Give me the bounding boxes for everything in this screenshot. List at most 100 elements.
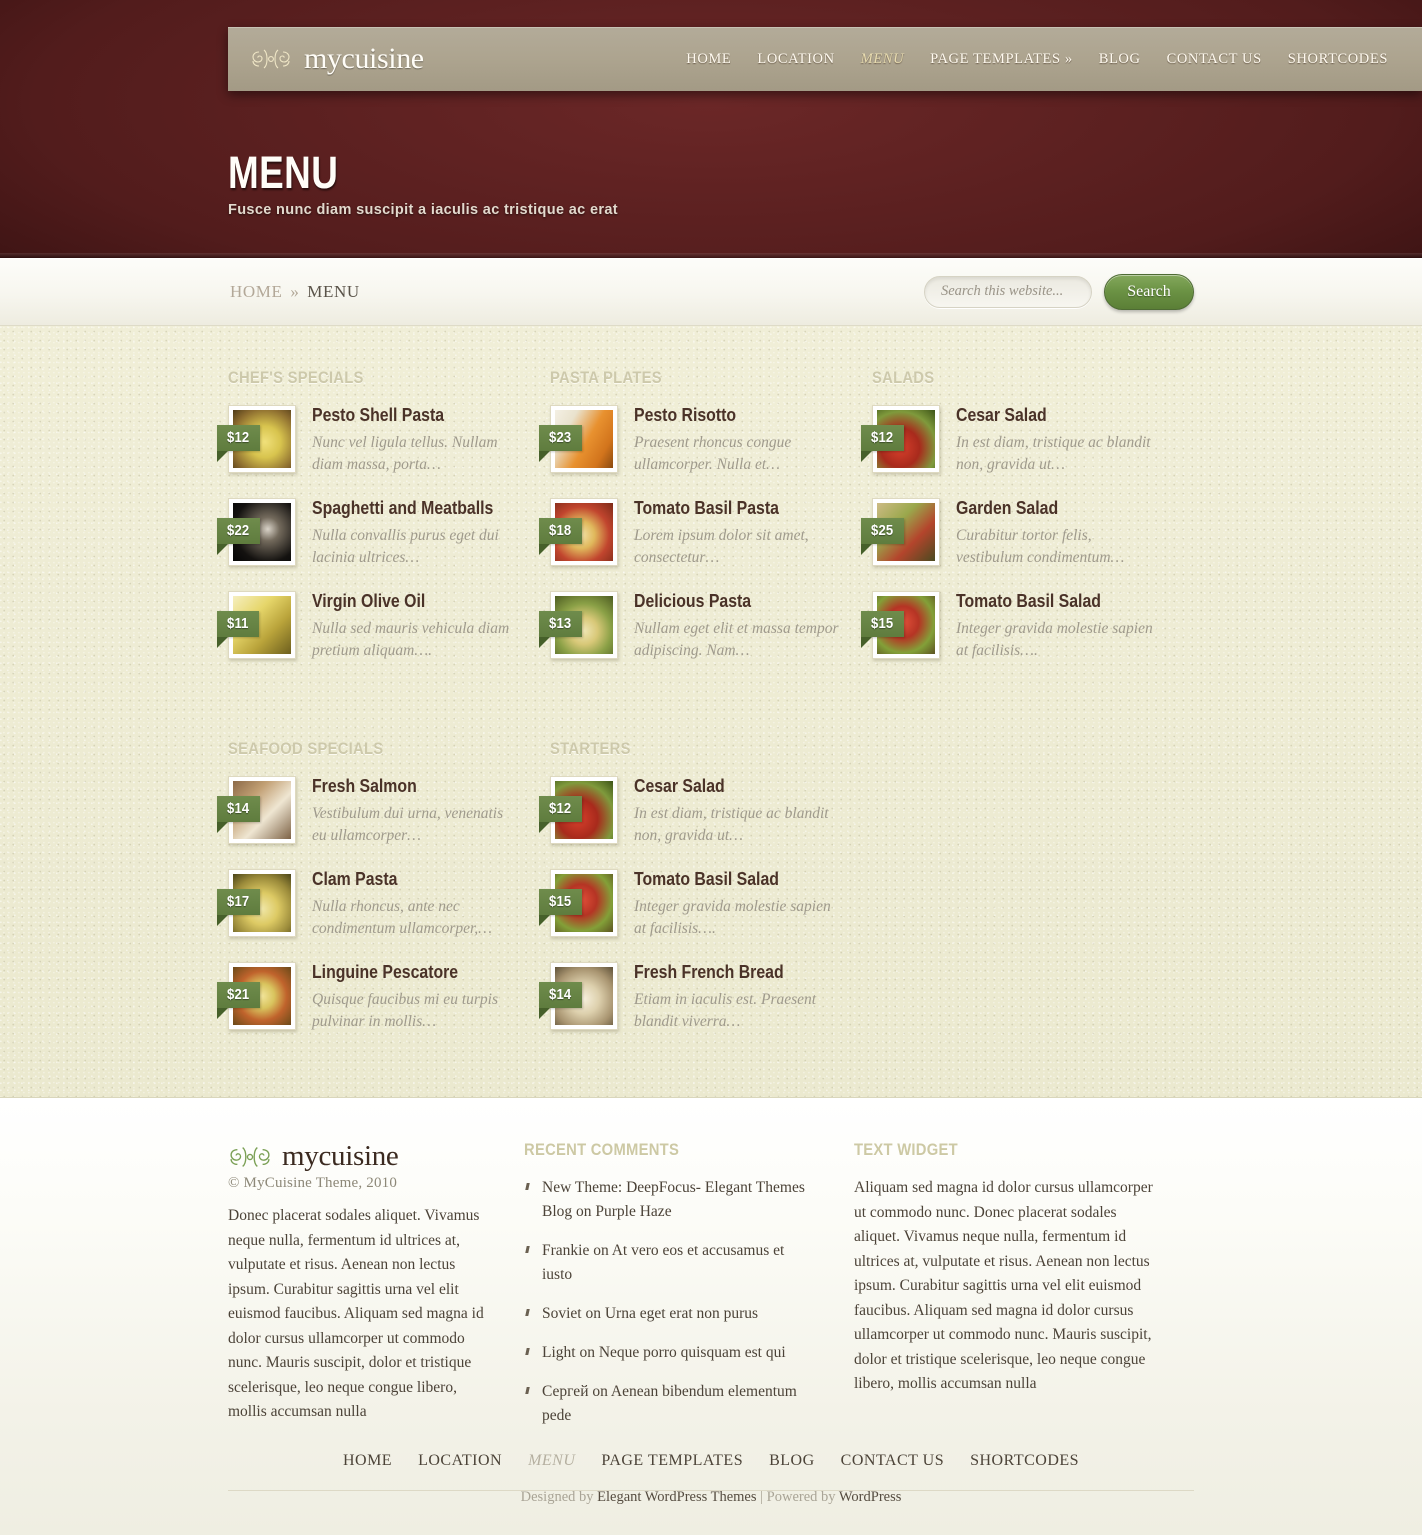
price-value: $18 <box>549 523 572 539</box>
nav-item-location[interactable]: LOCATION <box>757 51 834 68</box>
menu-item-thumb[interactable]: $18 <box>539 498 618 569</box>
hero-title-block: MENU Fusce nunc diam suscipit a iaculis … <box>228 150 618 219</box>
search-input[interactable] <box>924 275 1092 308</box>
menu-section-starters: STARTERS $12 Cesar Salad In est diam, tr… <box>539 739 872 1055</box>
search-area: Search <box>924 273 1194 310</box>
credits-prefix: Designed by <box>520 1489 598 1505</box>
menu-item[interactable]: $23 Pesto Risotto Praesent rhoncus congu… <box>539 405 840 476</box>
menu-item[interactable]: $14 Fresh Salmon Vestibulum dui urna, ve… <box>217 776 518 847</box>
menu-item-thumb[interactable]: $23 <box>539 405 618 476</box>
menu-item-thumb[interactable]: $14 <box>217 776 296 847</box>
menu-item-title[interactable]: Pesto Shell Pasta <box>312 405 493 425</box>
search-button[interactable]: Search <box>1104 273 1194 310</box>
footer-copyright: © MyCuisine Theme, 2010 <box>228 1175 398 1191</box>
footer-recent-comments-widget: RECENT COMMENTS New Theme: DeepFocus- El… <box>524 1140 854 1443</box>
footer-nav-item-page-templates[interactable]: PAGE TEMPLATES <box>601 1452 743 1470</box>
footer-nav-item-blog[interactable]: BLOG <box>769 1452 815 1470</box>
nav-item-contact-us[interactable]: CONTACT US <box>1167 51 1262 68</box>
price-value: $22 <box>227 523 250 539</box>
credits-divider: | <box>756 1489 767 1505</box>
menu-item-title[interactable]: Pesto Risotto <box>634 405 815 425</box>
menu-item-desc: Nulla convallis purus eget dui lacinia u… <box>312 527 499 566</box>
nav-item-page-templates[interactable]: PAGE TEMPLATES » <box>930 51 1073 68</box>
menu-item[interactable]: $12 Cesar Salad In est diam, tristique a… <box>861 405 1162 476</box>
menu-item-desc: Integer gravida molestie sapien at facil… <box>956 620 1153 659</box>
menu-item-title[interactable]: Tomato Basil Pasta <box>634 498 815 518</box>
nav-item-shortcodes[interactable]: SHORTCODES <box>1288 51 1388 68</box>
menu-item[interactable]: $25 Garden Salad Curabitur tortor felis,… <box>861 498 1162 569</box>
site-logo[interactable]: mycuisine <box>228 42 424 76</box>
menu-item-title[interactable]: Garden Salad <box>956 498 1137 518</box>
menu-item[interactable]: $17 Clam Pasta Nulla rhoncus, ante nec c… <box>217 869 518 940</box>
price-value: $23 <box>549 430 572 446</box>
menu-item-thumb[interactable]: $15 <box>539 869 618 940</box>
menu-item[interactable]: $22 Spaghetti and Meatballs Nulla conval… <box>217 498 518 569</box>
footer-nav-item-home[interactable]: HOME <box>343 1452 392 1470</box>
list-item[interactable]: Light on Neque porro quisquam est qui <box>524 1341 814 1365</box>
nav-item-menu[interactable]: MENU <box>861 51 904 68</box>
footer-nav-item-location[interactable]: LOCATION <box>418 1452 502 1470</box>
menu-item[interactable]: $15 Tomato Basil Salad Integer gravida m… <box>539 869 840 940</box>
menu-item-title[interactable]: Fresh French Bread <box>634 962 815 982</box>
credits-platform-link[interactable]: WordPress <box>839 1489 901 1505</box>
menu-item-thumb[interactable]: $12 <box>539 776 618 847</box>
footer-logo[interactable]: mycuisine <box>228 1140 484 1173</box>
menu-item-title[interactable]: Virgin Olive Oil <box>312 591 493 611</box>
menu-item-thumb[interactable]: $21 <box>217 962 296 1033</box>
menu-item-title[interactable]: Clam Pasta <box>312 869 493 889</box>
menu-item-desc: Nulla sed mauris vehicula diam pretium a… <box>312 620 510 659</box>
menu-item[interactable]: $18 Tomato Basil Pasta Lorem ipsum dolor… <box>539 498 840 569</box>
menu-item-thumb[interactable]: $22 <box>217 498 296 569</box>
menu-item-title[interactable]: Cesar Salad <box>634 776 815 796</box>
section-title: SALADS <box>872 368 935 387</box>
menu-item[interactable]: $12 Cesar Salad In est diam, tristique a… <box>539 776 840 847</box>
menu-item-title[interactable]: Cesar Salad <box>956 405 1137 425</box>
footer-about-widget: mycuisine © MyCuisine Theme, 2010 Donec … <box>228 1140 524 1443</box>
menu-item-desc: Nullam eget elit et massa tempor adipisc… <box>634 620 839 659</box>
footer-nav-item-contact-us[interactable]: CONTACT US <box>841 1452 944 1470</box>
menu-item[interactable]: $15 Tomato Basil Salad Integer gravida m… <box>861 591 1162 662</box>
credits-designer-link[interactable]: Elegant WordPress Themes <box>597 1489 756 1505</box>
nav-item-blog[interactable]: BLOG <box>1099 51 1141 68</box>
menu-item-thumb[interactable]: $12 <box>861 405 940 476</box>
menu-item-thumb[interactable]: $17 <box>217 869 296 940</box>
list-item[interactable]: Soviet on Urna eget erat non purus <box>524 1302 814 1326</box>
breadcrumb-home[interactable]: HOME <box>230 282 282 301</box>
menu-item-thumb[interactable]: $15 <box>861 591 940 662</box>
footer-nav-item-menu[interactable]: MENU <box>528 1452 575 1470</box>
menu-section-seafood-specials: SEAFOOD SPECIALS $14 Fresh Salmon Vestib… <box>217 739 550 1055</box>
price-tag: $17 <box>217 889 260 915</box>
price-tag: $22 <box>217 518 260 544</box>
menu-item-thumb[interactable]: $14 <box>539 962 618 1033</box>
menu-item-desc: Curabitur tortor felis, vestibulum condi… <box>956 527 1125 566</box>
menu-item[interactable]: $13 Delicious Pasta Nullam eget elit et … <box>539 591 840 662</box>
menu-item[interactable]: $14 Fresh French Bread Etiam in iaculis … <box>539 962 840 1033</box>
menu-item-thumb[interactable]: $12 <box>217 405 296 476</box>
list-item[interactable]: Frankie on At vero eos et accusamus et i… <box>524 1239 814 1287</box>
price-value: $14 <box>227 801 250 817</box>
menu-item-title[interactable]: Tomato Basil Salad <box>634 869 815 889</box>
price-value: $13 <box>549 616 572 632</box>
page-subtitle: Fusce nunc diam suscipit a iaculis ac tr… <box>228 202 618 218</box>
menu-section-chefs-specials: CHEF'S SPECIALS $12 Pesto Shell Pasta Nu… <box>217 368 550 684</box>
menu-item-title[interactable]: Delicious Pasta <box>634 591 815 611</box>
menu-item[interactable]: $12 Pesto Shell Pasta Nunc vel ligula te… <box>217 405 518 476</box>
menu-item-thumb[interactable]: $11 <box>217 591 296 662</box>
footer-nav-item-shortcodes[interactable]: SHORTCODES <box>970 1452 1079 1470</box>
menu-item-title[interactable]: Spaghetti and Meatballs <box>312 498 493 518</box>
menu-item-title[interactable]: Linguine Pescatore <box>312 962 493 982</box>
menu-item[interactable]: $21 Linguine Pescatore Quisque faucibus … <box>217 962 518 1033</box>
menu-item-desc: In est diam, tristique ac blandit non, g… <box>956 434 1151 473</box>
menu-item-thumb[interactable]: $25 <box>861 498 940 569</box>
list-item[interactable]: New Theme: DeepFocus- Elegant Themes Blo… <box>524 1176 814 1224</box>
price-value: $12 <box>227 430 250 446</box>
price-value: $12 <box>871 430 894 446</box>
nav-item-home[interactable]: HOME <box>686 51 731 68</box>
menu-item-title[interactable]: Fresh Salmon <box>312 776 493 796</box>
price-tag: $14 <box>539 982 582 1008</box>
footer-about-text: Donec placerat sodales aliquet. Vivamus … <box>228 1207 484 1420</box>
list-item[interactable]: Сергей on Aenean bibendum elementum pede <box>524 1380 814 1428</box>
menu-item-thumb[interactable]: $13 <box>539 591 618 662</box>
menu-item-title[interactable]: Tomato Basil Salad <box>956 591 1137 611</box>
menu-item[interactable]: $11 Virgin Olive Oil Nulla sed mauris ve… <box>217 591 518 662</box>
